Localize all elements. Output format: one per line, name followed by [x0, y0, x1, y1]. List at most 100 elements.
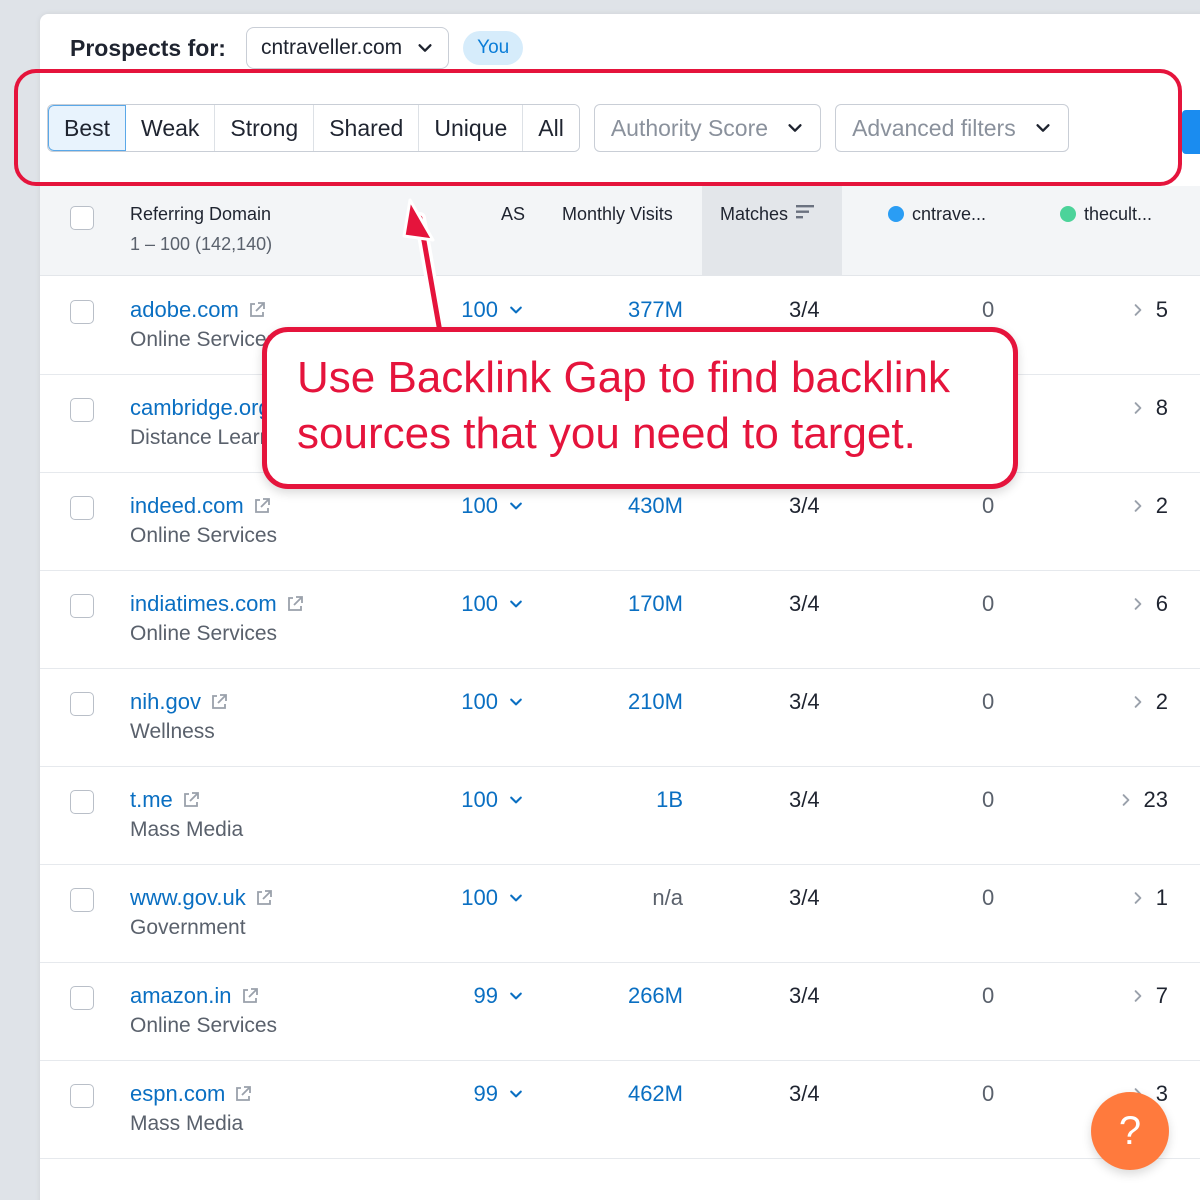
row-checkbox[interactable] [70, 300, 94, 324]
header-referring-domain[interactable]: Referring Domain [130, 204, 271, 225]
table-row[interactable]: indiatimes.com Online Services 100 170M 3/4 0… [40, 571, 1200, 669]
row-competitor-2-count[interactable]: 1 [1130, 885, 1168, 911]
row-checkbox[interactable] [70, 1084, 94, 1108]
chevron-right-icon [1134, 598, 1142, 610]
header-monthly-visits[interactable]: Monthly Visits [562, 204, 673, 225]
row-domain-link[interactable]: indeed.com [130, 493, 272, 519]
chevron-right-icon [1134, 696, 1142, 708]
row-competitor-2-count[interactable]: 7 [1130, 983, 1168, 1009]
chevron-down-icon [510, 992, 522, 1000]
external-link-icon[interactable] [181, 790, 201, 810]
header-competitor-1[interactable]: cntrave... [888, 204, 986, 225]
advanced-filters-dropdown[interactable]: Advanced filters [835, 104, 1069, 152]
row-checkbox[interactable] [70, 692, 94, 716]
row-domain-link[interactable]: indiatimes.com [130, 591, 305, 617]
row-domain-text: cambridge.org [130, 395, 271, 420]
chevron-down-icon [418, 44, 432, 52]
row-as-value: 99 [473, 1081, 498, 1106]
external-link-icon[interactable] [233, 1084, 253, 1104]
row-domain-text: t.me [130, 787, 173, 812]
select-all-checkbox[interactable] [70, 206, 94, 230]
row-domain-link[interactable]: espn.com [130, 1081, 253, 1107]
help-button[interactable]: ? [1091, 1092, 1169, 1170]
row-domain-link[interactable]: www.gov.uk [130, 885, 274, 911]
row-domain-link[interactable]: t.me [130, 787, 201, 813]
row-domain-text: nih.gov [130, 689, 201, 714]
row-domain-text: indeed.com [130, 493, 244, 518]
row-competitor-1-count: 0 [982, 493, 995, 518]
external-link-icon[interactable] [285, 594, 305, 614]
row-matches: 3/4 [789, 787, 820, 812]
row-competitor-2-count[interactable]: 8 [1130, 395, 1168, 421]
row-competitor-2-count[interactable]: 6 [1130, 591, 1168, 617]
external-link-icon[interactable] [252, 496, 272, 516]
row-matches: 3/4 [789, 885, 820, 910]
row-monthly-visits[interactable]: 170M [628, 591, 683, 617]
table-row[interactable]: nih.gov Wellness 100 210M 3/4 0 2 [40, 669, 1200, 767]
competitor-1-dot [888, 206, 904, 222]
row-monthly-visits[interactable]: 1B [656, 787, 683, 813]
authority-score-dropdown[interactable]: Authority Score [593, 104, 822, 152]
row-checkbox[interactable] [70, 790, 94, 814]
row-category: Online Services [130, 622, 278, 645]
table-row[interactable]: espn.com Mass Media 99 462M 3/4 0 3 [40, 1061, 1200, 1159]
row-checkbox[interactable] [70, 496, 94, 520]
chevron-right-icon [1134, 892, 1142, 904]
row-checkbox[interactable] [70, 398, 94, 422]
row-as-value: 100 [461, 297, 498, 322]
competitor-2-dot [1060, 206, 1076, 222]
row-authority-score[interactable]: 99 [474, 983, 524, 1009]
offscreen-button-edge[interactable] [1182, 110, 1200, 154]
header-competitor-2-label: thecult... [1084, 204, 1153, 224]
external-link-icon[interactable] [209, 692, 229, 712]
tab-best[interactable]: Best [48, 105, 127, 151]
row-authority-score[interactable]: 100 [461, 787, 524, 813]
header-as[interactable]: AS [501, 204, 525, 225]
header-competitor-2[interactable]: thecult... [1060, 204, 1152, 225]
chevron-down-icon [510, 1090, 522, 1098]
row-competitor-2-count[interactable]: 5 [1130, 297, 1168, 323]
external-link-icon[interactable] [254, 888, 274, 908]
row-monthly-visits[interactable]: 430M [628, 493, 683, 519]
table-row[interactable]: t.me Mass Media 100 1B 3/4 0 23 [40, 767, 1200, 865]
row-checkbox[interactable] [70, 888, 94, 912]
prospects-header: Prospects for: cntraveller.com You [70, 27, 524, 69]
row-matches: 3/4 [789, 983, 820, 1008]
chevron-down-icon [510, 698, 522, 706]
row-domain-link[interactable]: amazon.in [130, 983, 260, 1009]
row-category: Mass Media [130, 1112, 244, 1135]
tab-strong[interactable]: Strong [215, 105, 315, 151]
row-competitor-2-count[interactable]: 2 [1130, 493, 1168, 519]
row-domain-link[interactable]: adobe.com [130, 297, 267, 323]
chevron-down-icon [510, 502, 522, 510]
row-competitor-1-count: 0 [982, 983, 995, 1008]
row-authority-score[interactable]: 100 [461, 493, 524, 519]
external-link-icon[interactable] [240, 986, 260, 1006]
row-competitor-2-count[interactable]: 2 [1130, 689, 1168, 715]
row-checkbox[interactable] [70, 594, 94, 618]
table-row[interactable]: www.gov.uk Government 100 n/a 3/4 0 1 [40, 865, 1200, 963]
row-monthly-visits[interactable]: 210M [628, 689, 683, 715]
row-competitor-2-value: 23 [1143, 787, 1168, 812]
chevron-right-icon [1134, 304, 1142, 316]
row-authority-score[interactable]: 100 [461, 885, 524, 911]
tab-all[interactable]: All [523, 105, 579, 151]
row-monthly-visits[interactable]: 462M [628, 1081, 683, 1107]
header-range: 1 – 100 (142,140) [130, 234, 273, 254]
row-authority-score[interactable]: 100 [461, 689, 524, 715]
row-domain-link[interactable]: nih.gov [130, 689, 229, 715]
row-authority-score[interactable]: 99 [474, 1081, 524, 1107]
domain-select[interactable]: cntraveller.com [245, 27, 450, 69]
row-monthly-visits[interactable]: 266M [628, 983, 683, 1009]
header-matches[interactable]: Matches [720, 204, 815, 225]
row-monthly-visits[interactable]: 377M [628, 297, 683, 323]
row-authority-score[interactable]: 100 [461, 591, 524, 617]
tab-unique[interactable]: Unique [419, 105, 524, 151]
table-row[interactable]: amazon.in Online Services 99 266M 3/4 0 7 [40, 963, 1200, 1061]
row-checkbox[interactable] [70, 986, 94, 1010]
row-competitor-2-count[interactable]: 23 [1118, 787, 1168, 813]
tab-weak[interactable]: Weak [126, 105, 216, 151]
external-link-icon[interactable] [247, 300, 267, 320]
tab-shared[interactable]: Shared [314, 105, 420, 151]
row-authority-score[interactable]: 100 [461, 297, 524, 323]
